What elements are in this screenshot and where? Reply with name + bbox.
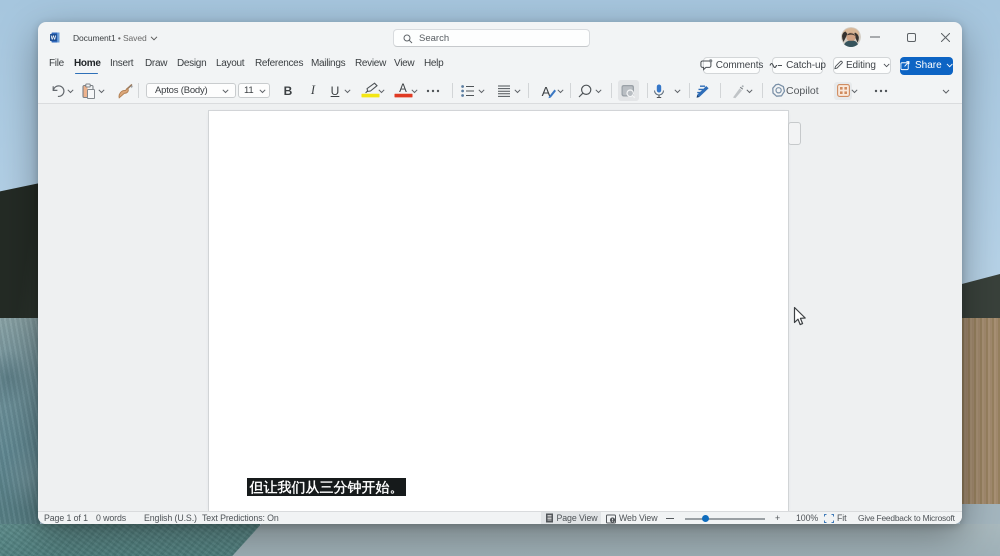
- svg-text:W: W: [51, 36, 57, 42]
- svg-text:A: A: [399, 83, 407, 95]
